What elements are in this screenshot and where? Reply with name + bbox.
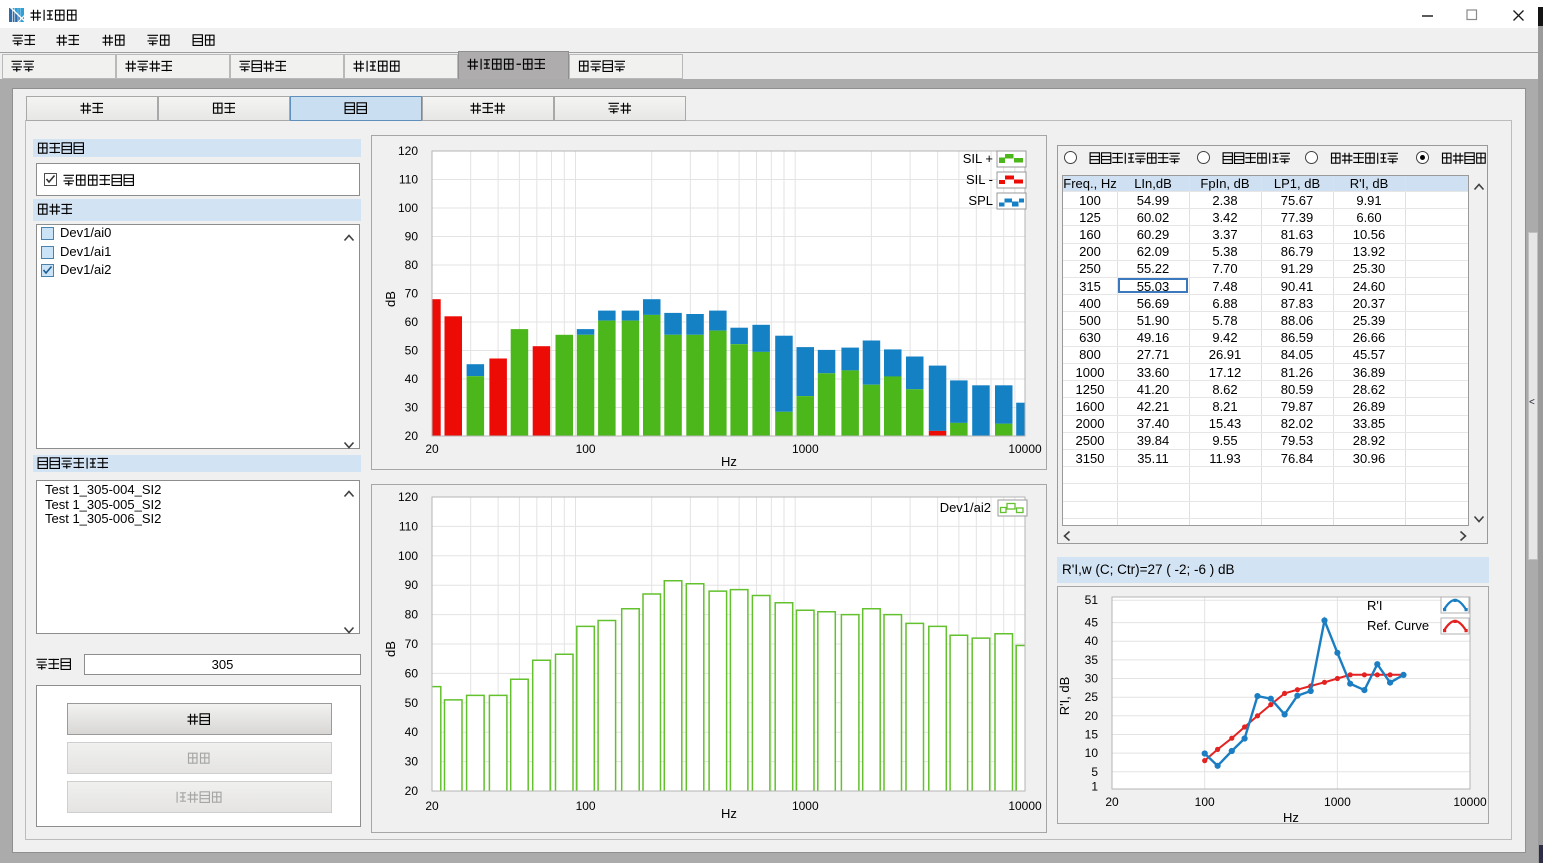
svg-text:10000: 10000 (1008, 799, 1042, 813)
svg-text:20: 20 (1105, 795, 1119, 809)
svg-text:1: 1 (1091, 780, 1098, 794)
svg-text:100: 100 (576, 799, 596, 813)
svg-text:SIL -: SIL - (966, 172, 993, 187)
svg-text:40: 40 (405, 372, 419, 386)
svg-text:30: 30 (405, 755, 419, 769)
svg-text:110: 110 (399, 173, 418, 187)
svg-text:35: 35 (1085, 653, 1099, 667)
svg-text:80: 80 (405, 258, 419, 272)
svg-text:70: 70 (405, 637, 419, 651)
svg-text:1000: 1000 (792, 442, 819, 456)
svg-text:Hz: Hz (721, 454, 737, 469)
svg-text:90: 90 (405, 230, 419, 244)
svg-text:100: 100 (1195, 795, 1215, 809)
svg-text:20: 20 (425, 799, 439, 813)
svg-text:R'I: R'I (1367, 598, 1382, 613)
svg-text:100: 100 (398, 549, 418, 563)
svg-text:45: 45 (1085, 616, 1099, 630)
svg-text:SPL: SPL (968, 193, 993, 208)
svg-text:dB: dB (383, 641, 398, 657)
svg-text:50: 50 (405, 696, 419, 710)
svg-text:10: 10 (1085, 746, 1099, 760)
svg-text:30: 30 (405, 401, 419, 415)
svg-text:70: 70 (405, 287, 419, 301)
svg-text:30: 30 (1085, 672, 1099, 686)
svg-text:20: 20 (425, 442, 439, 456)
svg-text:R'I, dB: R'I, dB (1057, 677, 1072, 716)
svg-text:25: 25 (1085, 690, 1099, 704)
svg-text:Ref. Curve: Ref. Curve (1367, 618, 1429, 633)
svg-text:80: 80 (405, 608, 419, 622)
svg-text:90: 90 (405, 578, 419, 592)
svg-text:20: 20 (405, 784, 419, 798)
svg-text:60: 60 (405, 666, 419, 680)
svg-text:1000: 1000 (1324, 795, 1351, 809)
svg-text:100: 100 (398, 201, 418, 215)
svg-text:Dev1/ai2: Dev1/ai2 (940, 500, 991, 515)
svg-text:1000: 1000 (792, 799, 819, 813)
svg-text:5: 5 (1091, 765, 1098, 779)
svg-text:dB: dB (383, 291, 398, 307)
svg-text:40: 40 (405, 725, 419, 739)
svg-text:10000: 10000 (1453, 795, 1487, 809)
svg-text:10000: 10000 (1008, 442, 1042, 456)
svg-text:100: 100 (576, 442, 596, 456)
svg-text:51: 51 (1085, 593, 1099, 607)
svg-text:20: 20 (405, 429, 419, 443)
svg-text:60: 60 (405, 315, 419, 329)
svg-text:110: 110 (399, 519, 418, 533)
svg-text:15: 15 (1085, 728, 1099, 742)
svg-text:SIL +: SIL + (963, 151, 993, 166)
svg-text:20: 20 (1085, 709, 1099, 723)
svg-text:50: 50 (405, 344, 419, 358)
svg-text:Hz: Hz (1283, 810, 1299, 824)
svg-text:40: 40 (1085, 634, 1099, 648)
svg-text:120: 120 (398, 490, 418, 504)
svg-text:Hz: Hz (721, 806, 737, 821)
svg-text:120: 120 (398, 144, 418, 158)
